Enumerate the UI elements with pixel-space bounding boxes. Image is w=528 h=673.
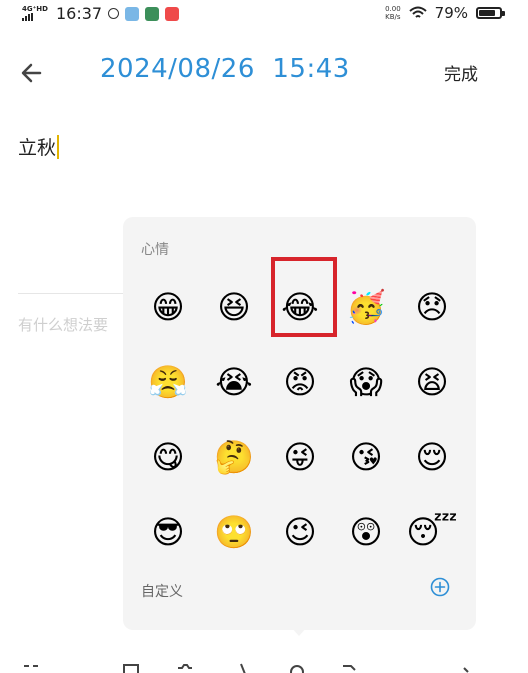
status-right-group: 0.00 KB/s 79% (385, 4, 505, 22)
emoji-cell[interactable]: 😜 (267, 419, 333, 494)
image-icon[interactable] (122, 662, 140, 673)
battery-fill (479, 10, 495, 16)
camera-icon[interactable] (176, 662, 194, 673)
content-divider (18, 293, 138, 294)
text-caret (57, 134, 60, 159)
speed-unit: KB/s (385, 13, 401, 21)
emoji-cell[interactable]: 😌 (399, 419, 465, 494)
emoji-cell[interactable]: 😞 (399, 269, 465, 344)
angry-face-icon: 😡 (283, 362, 317, 401)
thought-input-placeholder[interactable]: 有什么想法要 (18, 314, 128, 335)
emoji-cell[interactable]: 😲 (333, 494, 399, 569)
note-text: 立秋 (18, 137, 57, 159)
emoji-cell[interactable]: 😘 (333, 419, 399, 494)
more-icon[interactable] (460, 662, 478, 673)
winking-face-icon: 😉 (283, 512, 317, 551)
custom-emoji-label[interactable]: 自定义 (141, 581, 183, 601)
back-arrow-icon (21, 63, 42, 83)
emoji-cell[interactable]: 🙄 (201, 494, 267, 569)
note-datetime-title: 2024/08/26 15:43 (100, 54, 350, 84)
relieved-face-icon: 😌 (415, 437, 449, 476)
network-label: 4G⁺HD (22, 5, 48, 13)
emoji-cell[interactable]: 😂 (267, 257, 337, 344)
done-button[interactable]: 完成 (444, 60, 478, 85)
boat-app-icon (145, 6, 160, 21)
title-bar: 2024/08/26 15:43 完成 (0, 50, 528, 94)
emoji-cell[interactable]: 😆 (201, 269, 267, 344)
emoji-cell[interactable]: 😫 (399, 344, 465, 419)
bottom-toolbar (0, 660, 528, 673)
network-speed: 0.00 KB/s (385, 5, 401, 21)
laughing-squint-icon: 😆 (217, 287, 251, 326)
emoji-cell[interactable]: 🤔 (201, 419, 267, 494)
panel-pointer (290, 626, 308, 636)
emoji-cell[interactable]: 😁 (135, 269, 201, 344)
steam-nose-icon: 😤 (148, 362, 188, 401)
eye-roll-face-icon: 🙄 (214, 512, 254, 551)
wifi-icon (408, 6, 427, 18)
emoji-cell[interactable]: 😡 (267, 344, 333, 419)
mood-icon[interactable] (288, 662, 306, 673)
mood-heading: 心情 (141, 242, 169, 258)
party-face-icon: 🥳 (346, 287, 386, 326)
plus-circle-icon (430, 577, 450, 597)
emoji-grid: 😁 😆 😂 🥳 😞 😤 😭 😡 😱 😫 😋 🤔 😜 😘 😌 😎 🙄 😉 😲 😴 (135, 257, 465, 569)
status-bar: 4G⁺HD 16:37 0.00 KB/s 79% (0, 0, 528, 28)
yum-face-icon: 😋 (151, 437, 185, 476)
grinning-face-icon: 😁 (151, 287, 185, 326)
thinking-face-icon: 🤔 (214, 437, 254, 476)
red-app-icon (165, 6, 180, 21)
astonished-face-icon: 😲 (349, 512, 383, 551)
emoji-cell[interactable]: 😋 (135, 419, 201, 494)
emoji-cell[interactable]: 😉 (267, 494, 333, 569)
emoji-cell[interactable]: 😭 (201, 344, 267, 419)
note-editor-screen: 4G⁺HD 16:37 0.00 KB/s 79% 2024/08/26 15:… (0, 0, 528, 673)
emoji-cell[interactable]: 😎 (135, 494, 201, 569)
emoji-cell[interactable]: 🥳 (333, 269, 399, 344)
crying-face-icon: 😭 (215, 362, 253, 401)
app-notification-icon (125, 6, 140, 21)
winking-tongue-icon: 😜 (283, 437, 317, 476)
hd-badge-icon (108, 8, 120, 19)
sleeping-face-icon: 😴 (406, 512, 458, 551)
status-time: 16:37 (55, 4, 103, 23)
speed-value: 0.00 (385, 5, 401, 13)
emoji-cell[interactable]: 😤 (135, 344, 201, 419)
note-text-area[interactable]: 立秋 (18, 133, 60, 160)
add-custom-emoji-button[interactable] (430, 577, 450, 597)
kissing-heart-icon: 😘 (349, 437, 383, 476)
back-button[interactable] (18, 58, 48, 88)
document-icon[interactable] (340, 662, 358, 673)
battery-icon (476, 7, 505, 19)
emoji-cell[interactable]: 😱 (333, 344, 399, 419)
emoji-mood-panel: 心情 😁 😆 😂 🥳 😞 😤 😭 😡 😱 😫 😋 🤔 😜 😘 😌 😎 🙄 😉 😲 😴 自定义 (123, 217, 476, 630)
disappointed-face-icon: 😞 (415, 287, 449, 326)
emoji-cell[interactable]: 😴 (399, 494, 465, 569)
signal-bars-icon (22, 13, 33, 21)
status-left-group: 4G⁺HD 16:37 (22, 4, 180, 23)
location-icon[interactable] (232, 662, 250, 673)
network-indicator: 4G⁺HD (22, 6, 48, 21)
tired-face-icon: 😫 (415, 362, 449, 401)
sunglasses-face-icon: 😎 (151, 512, 185, 551)
tears-of-joy-icon: 😂 (281, 287, 319, 326)
screaming-face-icon: 😱 (349, 362, 383, 401)
grid-icon[interactable] (22, 662, 40, 673)
battery-percent: 79% (434, 4, 468, 22)
